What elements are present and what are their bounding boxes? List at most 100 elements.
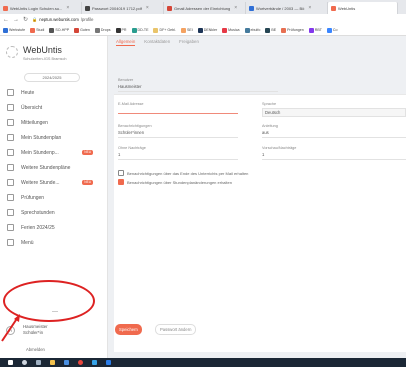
gmail-favicon (167, 5, 172, 11)
sidebar-item[interactable]: Prüfungen (0, 190, 108, 205)
notification-field[interactable]: Benachrichtigungen Schüler*innen (118, 124, 238, 138)
new-badge: NEU (82, 150, 93, 155)
bookmark[interactable]: RBT (308, 27, 322, 33)
tab-label: WebUntis Login Schulen.su... (10, 5, 63, 11)
logout-link[interactable]: Abmelden (26, 347, 45, 352)
bookmark[interactable]: Werkstufe (3, 27, 26, 33)
bookmark[interactable]: Musica (222, 27, 240, 33)
lock-icon: 🔒 (32, 16, 38, 22)
email-field[interactable]: E-Mail Adresse (118, 102, 238, 114)
checkbox-checked[interactable] (118, 179, 124, 185)
bookmark-label: Werkstufe (9, 28, 26, 32)
bookmark[interactable]: DF+ Gebl. (153, 27, 176, 33)
bookmark[interactable]: Drops (94, 27, 111, 33)
bookmark[interactable]: DENkler (197, 27, 217, 33)
bookmark[interactable]: Studi (30, 27, 44, 33)
doc-favicon (249, 5, 254, 11)
close-icon[interactable]: × (146, 5, 149, 11)
bookmark-label: Prüfungen (287, 28, 304, 32)
bookmark-favicon-icon (222, 27, 228, 33)
bookmark-favicon-icon (153, 27, 159, 33)
save-button[interactable]: Speichern (115, 324, 142, 335)
sidebar-item[interactable]: Ferien 2024/25 (0, 220, 108, 235)
checkbox-row[interactable]: Benachrichtigungen über Stundenplanänder… (118, 179, 232, 185)
anleitung-field[interactable]: Anleitung aus (262, 124, 406, 138)
bookmark[interactable]: Co (326, 27, 338, 33)
sidebar-item[interactable]: Mitteilungen (0, 115, 108, 130)
sidebar-item-label: Übersicht (21, 104, 43, 111)
task-view-icon[interactable] (36, 360, 41, 365)
checkbox[interactable] (118, 170, 124, 176)
bookmark[interactable]: Prüfungen (281, 27, 304, 33)
bookmark[interactable]: BE (265, 27, 277, 33)
sidebar-item-label: Weitere Stunde... (21, 179, 60, 186)
bookmark-label: DD-TE (137, 28, 149, 32)
ohne-field[interactable]: Ohne Nachträge 1 (118, 146, 238, 160)
bookmark[interactable]: DD-TE (131, 27, 149, 33)
vorschau-input[interactable]: 1 (262, 152, 406, 160)
chrome-icon[interactable] (78, 360, 83, 365)
bookmark[interactable]: SO-HPP (49, 27, 69, 33)
tab-allgemein[interactable]: Allgemein (116, 39, 136, 46)
language-select[interactable]: Deutsch (262, 108, 406, 117)
sidebar-item[interactable]: Mein Stundenp... NEU (0, 145, 108, 160)
checkbox-row[interactable]: Benachrichtigungen über das Ende des Unt… (118, 170, 248, 176)
change-password-button[interactable]: Passwort ändern (155, 324, 197, 335)
bookmark-favicon-icon (326, 27, 332, 33)
browser-tab[interactable]: Passwort 2004019 1712.pdf × (82, 2, 164, 14)
browser-tab[interactable]: Wortverbände / 2003 — Bö × (246, 2, 328, 14)
key-icon (7, 239, 14, 246)
sidebar-item[interactable]: Menü (0, 235, 108, 250)
bookmark[interactable]: Guten (74, 27, 90, 33)
address-bar[interactable]: 🔒 neptun.webuntis.com/profile (32, 17, 406, 23)
tab-freigaben[interactable]: Freigaben (179, 39, 199, 46)
sidebar-item[interactable]: Weitere Stundenpläne (0, 160, 108, 175)
browser-tab[interactable]: Gmail Adressen der Einrichtung × (164, 2, 246, 14)
tab-kontaktdaten[interactable]: Kontaktdaten (144, 39, 170, 46)
bookmark[interactable]: ebulfo (244, 27, 260, 33)
language-field[interactable]: Sprache Deutsch (262, 102, 406, 117)
ohne-input[interactable]: 1 (118, 152, 238, 160)
notification-select[interactable]: Schüler*innen (118, 130, 238, 138)
store-icon[interactable] (64, 360, 69, 365)
field-label: Anleitung (262, 124, 278, 128)
reload-icon[interactable]: ↻ (23, 16, 28, 23)
browser-tab-active[interactable]: WebUntis (328, 2, 398, 14)
school-year-selector[interactable]: 2024/2025 (24, 73, 80, 82)
sidebar-item-label: Weitere Stundenpläne (21, 164, 71, 171)
overview-icon (7, 104, 14, 111)
app-icon[interactable] (106, 360, 111, 365)
sidebar-item[interactable]: Heute (0, 85, 108, 100)
messages-icon (7, 119, 14, 126)
browser-tab[interactable]: WebUntis Login Schulen.su... × (0, 2, 82, 14)
sidebar-item[interactable]: Weitere Stunde... NEU (0, 175, 108, 190)
email-input[interactable] (118, 108, 238, 114)
file-explorer-icon[interactable] (50, 360, 55, 365)
sidebar-item[interactable]: Sprechstunden (0, 205, 108, 220)
close-icon[interactable]: × (234, 5, 237, 11)
sidebar-item[interactable]: Mein Stundenplan (0, 130, 108, 145)
forward-icon[interactable]: → (13, 17, 19, 23)
bookmark[interactable]: SEI (180, 27, 193, 33)
field-label: Vorschau/Nachträge (262, 146, 297, 150)
sidebar-item-label: Sprechstunden (21, 209, 55, 216)
consultation-icon (7, 209, 14, 216)
close-icon[interactable]: × (308, 5, 311, 11)
sidebar-item[interactable]: Übersicht (0, 100, 108, 115)
sidebar-item-label: Mein Stundenp... (21, 149, 59, 156)
anleitung-select[interactable]: aus (262, 130, 406, 138)
back-icon[interactable]: ← (3, 17, 9, 23)
bookmark[interactable]: PR (115, 27, 127, 33)
key-icon (7, 224, 14, 231)
windows-start-icon[interactable] (8, 360, 13, 365)
edge-icon[interactable] (92, 360, 97, 365)
search-icon[interactable] (22, 360, 27, 365)
checkbox-label: Benachrichtigungen über Stundenplanänder… (127, 179, 232, 185)
bookmark-label: PR (121, 28, 127, 32)
vorschau-field[interactable]: Vorschau/Nachträge 1 (262, 146, 406, 160)
close-icon[interactable]: × (66, 5, 69, 11)
timetable-icon (7, 149, 14, 156)
annotation-arrow-icon (1, 314, 20, 342)
tab-label: Gmail Adressen der Einrichtung (174, 5, 231, 11)
bookmark-label: BE (271, 28, 277, 32)
